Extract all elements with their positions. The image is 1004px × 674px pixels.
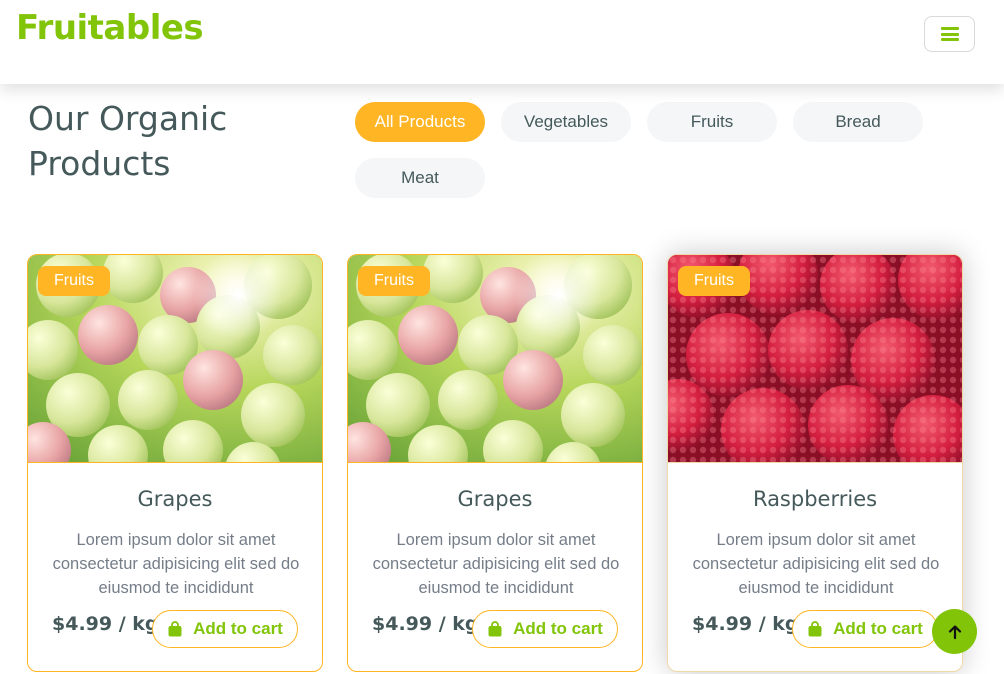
product-price: $4.99 / kg <box>372 613 479 635</box>
add-to-cart-label: Add to cart <box>513 619 603 638</box>
brand-logo[interactable]: Fruitables <box>16 8 204 48</box>
product-name[interactable]: Grapes <box>28 487 322 511</box>
filter-fruits[interactable]: Fruits <box>647 102 777 142</box>
shopping-bag-icon <box>488 621 502 637</box>
product-name[interactable]: Grapes <box>348 487 642 511</box>
shopping-bag-icon <box>808 621 822 637</box>
product-info: Grapes Lorem ipsum dolor sit amet consec… <box>348 462 642 671</box>
section-title: Our Organic Products <box>28 99 228 183</box>
product-description: Lorem ipsum dolor sit amet consectetur a… <box>52 531 300 597</box>
filter-all-products[interactable]: All Products <box>355 102 485 142</box>
category-badge: Fruits <box>38 266 110 296</box>
navbar: Fruitables <box>0 0 1004 84</box>
product-price: $4.99 / kg <box>52 613 159 635</box>
add-to-cart-button[interactable]: Add to cart <box>152 610 298 648</box>
filter-bread[interactable]: Bread <box>793 102 923 142</box>
filter-meat[interactable]: Meat <box>355 158 485 198</box>
menu-toggle-button[interactable] <box>924 16 975 52</box>
product-card[interactable]: Fruits Grapes Lorem ipsum dolor sit amet… <box>347 254 643 672</box>
shopping-bag-icon <box>168 621 182 637</box>
arrow-up-icon <box>948 624 961 639</box>
add-to-cart-label: Add to cart <box>833 619 923 638</box>
product-price: $4.99 / kg <box>692 613 799 635</box>
product-description: Lorem ipsum dolor sit amet consectetur a… <box>372 531 620 597</box>
add-to-cart-label: Add to cart <box>193 619 283 638</box>
product-name[interactable]: Raspberries <box>668 487 962 511</box>
category-badge: Fruits <box>358 266 430 296</box>
add-to-cart-button[interactable]: Add to cart <box>792 610 938 648</box>
hamburger-menu-icon <box>940 27 959 41</box>
product-info: Grapes Lorem ipsum dolor sit amet consec… <box>28 462 322 671</box>
back-to-top-button[interactable] <box>932 609 977 654</box>
product-card[interactable]: Fruits Raspberries Lorem ipsum dolor sit… <box>667 254 963 672</box>
add-to-cart-button[interactable]: Add to cart <box>472 610 618 648</box>
filter-vegetables[interactable]: Vegetables <box>501 102 631 142</box>
product-card[interactable]: Fruits Grapes Lorem ipsum dolor sit amet… <box>27 254 323 672</box>
category-badge: Fruits <box>678 266 750 296</box>
product-info: Raspberries Lorem ipsum dolor sit amet c… <box>668 462 962 671</box>
product-description: Lorem ipsum dolor sit amet consectetur a… <box>692 531 940 597</box>
